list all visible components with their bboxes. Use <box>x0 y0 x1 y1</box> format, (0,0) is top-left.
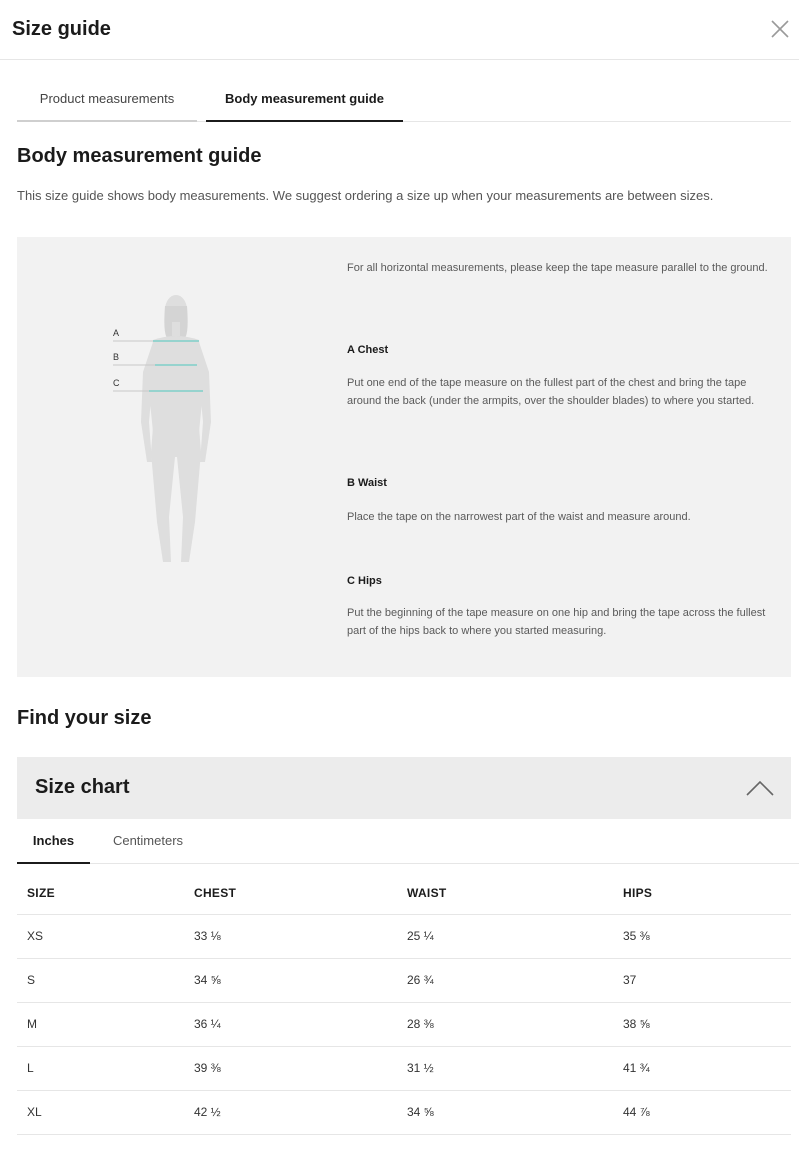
cell-size: XL <box>17 1090 184 1135</box>
section-intro: This size guide shows body measurements.… <box>17 188 714 203</box>
cell-size: L <box>17 1046 184 1091</box>
body-figure-illustration: A B C <box>113 295 211 562</box>
header-waist: WAIST <box>397 872 613 915</box>
table-header-row: SIZE CHEST WAIST HIPS <box>17 872 791 915</box>
modal-header: Size guide <box>0 0 799 60</box>
unit-tabs: Inches Centimeters <box>17 820 799 864</box>
header-size: SIZE <box>17 872 184 915</box>
cell-chest: 42 ½ <box>184 1090 397 1135</box>
tab-centimeters[interactable]: Centimeters <box>103 820 193 864</box>
modal-title: Size guide <box>12 18 111 40</box>
close-icon <box>771 20 789 38</box>
cell-hips: 37 <box>613 958 791 1003</box>
cell-chest: 34 ⅝ <box>184 958 397 1003</box>
size-chart-title: Size chart <box>35 776 130 798</box>
cell-chest: 33 ⅛ <box>184 914 397 959</box>
cell-chest: 39 ⅜ <box>184 1046 397 1091</box>
table-row: XL 42 ½ 34 ⅝ 44 ⅞ <box>17 1090 791 1135</box>
guide-tabs: Product measurements Body measurement gu… <box>17 78 791 122</box>
header-hips: HIPS <box>613 872 791 915</box>
tab-product-measurements[interactable]: Product measurements <box>17 78 197 122</box>
chevron-up-icon <box>746 780 774 796</box>
section-title: Body measurement guide <box>17 145 262 167</box>
cell-waist: 34 ⅝ <box>397 1090 613 1135</box>
cell-chest: 36 ¼ <box>184 1002 397 1047</box>
figure-label-c: C <box>113 378 120 388</box>
tab-inches[interactable]: Inches <box>17 820 90 864</box>
hips-heading: C Hips <box>347 575 382 587</box>
cell-hips: 35 ⅜ <box>613 914 791 959</box>
cell-hips: 38 ⅝ <box>613 1002 791 1047</box>
guide-general-note: For all horizontal measurements, please … <box>347 262 768 274</box>
table-row: L 39 ⅜ 31 ½ 41 ¾ <box>17 1046 791 1091</box>
cell-waist: 31 ½ <box>397 1046 613 1091</box>
size-chart-toggle[interactable]: Size chart <box>17 757 791 819</box>
chest-instructions: Put one end of the tape measure on the f… <box>347 377 755 407</box>
hips-instructions: Put the beginning of the tape measure on… <box>347 607 766 637</box>
cell-hips: 44 ⅞ <box>613 1090 791 1135</box>
header-chest: CHEST <box>184 872 397 915</box>
cell-waist: 25 ¼ <box>397 914 613 959</box>
size-table: SIZE CHEST WAIST HIPS XS 33 ⅛ 25 ¼ 35 ⅜ … <box>17 872 791 1135</box>
tab-body-measurement-guide[interactable]: Body measurement guide <box>206 78 403 122</box>
waist-instructions: Place the tape on the narrowest part of … <box>347 511 691 523</box>
table-row: M 36 ¼ 28 ⅜ 38 ⅝ <box>17 1002 791 1047</box>
cell-size: XS <box>17 914 184 959</box>
close-button[interactable] <box>769 18 791 40</box>
table-row: XS 33 ⅛ 25 ¼ 35 ⅜ <box>17 914 791 959</box>
measurement-guide-panel: A B C For all horizontal measurements, p… <box>17 237 791 677</box>
waist-heading: B Waist <box>347 477 387 489</box>
cell-waist: 26 ¾ <box>397 958 613 1003</box>
figure-label-b: B <box>113 352 119 362</box>
table-row: S 34 ⅝ 26 ¾ 37 <box>17 958 791 1003</box>
chest-heading: A Chest <box>347 344 389 356</box>
cell-size: S <box>17 958 184 1003</box>
find-size-title: Find your size <box>17 707 152 729</box>
figure-label-a: A <box>113 328 119 338</box>
cell-hips: 41 ¾ <box>613 1046 791 1091</box>
cell-waist: 28 ⅜ <box>397 1002 613 1047</box>
cell-size: M <box>17 1002 184 1047</box>
